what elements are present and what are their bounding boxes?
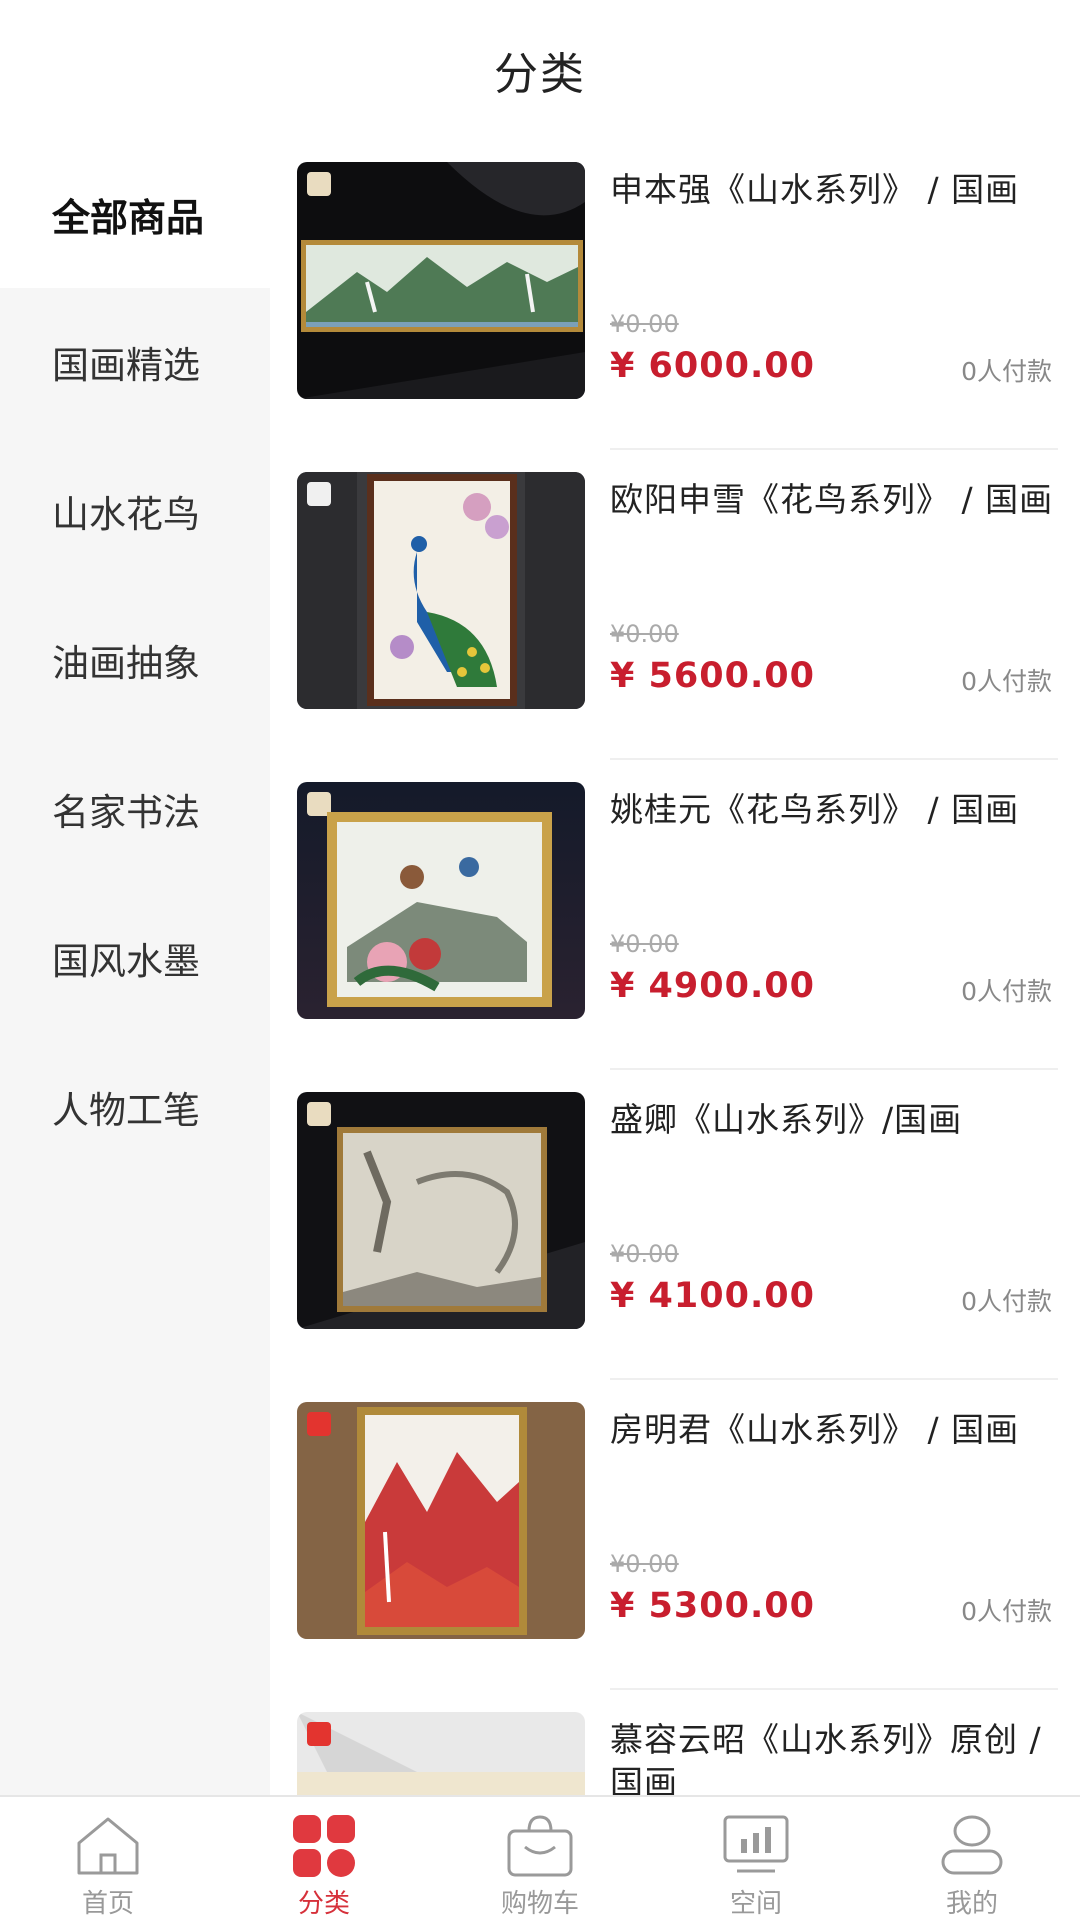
product-image[interactable] (297, 1092, 585, 1329)
sidebar-item-label: 国风水墨 (52, 940, 200, 983)
product-card[interactable]: 慕容云昭《山水系列》原创 / 国画 (270, 1690, 1080, 1795)
sales-count: 0人付款 (961, 977, 1052, 1006)
sidebar-item-all[interactable]: 全部商品 (0, 140, 270, 288)
bottom-tab-bar: 首页 分类 购物车 空间 我的 (0, 1795, 1080, 1922)
tab-cart[interactable]: 购物车 (432, 1797, 648, 1922)
sales-count: 0人付款 (961, 357, 1052, 386)
product-card[interactable]: 欧阳申雪《花鸟系列》 / 国画 ¥0.00 ¥ 5600.00 0人付款 (270, 450, 1080, 760)
sales-count: 0人付款 (961, 1287, 1052, 1316)
tab-label: 首页 (81, 1889, 134, 1919)
category-icon (293, 1815, 355, 1877)
product-list: 申本强《山水系列》 / 国画 ¥0.00 ¥ 6000.00 0人付款 欧阳申雪… (270, 140, 1080, 1795)
product-title[interactable]: 房明君《山水系列》 / 国画 (610, 1408, 1055, 1451)
original-price: ¥0.00 (610, 310, 679, 338)
product-card[interactable]: 盛卿《山水系列》/国画 ¥0.00 ¥ 4100.00 0人付款 (270, 1070, 1080, 1380)
home-icon (77, 1817, 139, 1875)
product-card[interactable]: 姚桂元《花鸟系列》 / 国画 ¥0.00 ¥ 4900.00 0人付款 (270, 760, 1080, 1070)
sidebar-item-label: 山水花鸟 (52, 493, 200, 536)
cart-icon (507, 1815, 573, 1877)
sales-count: 0人付款 (961, 1597, 1052, 1626)
sidebar-item-shanshui[interactable]: 山水花鸟 (0, 437, 270, 585)
product-price: ¥ 6000.00 (610, 346, 815, 386)
tab-space[interactable]: 空间 (648, 1797, 864, 1922)
tab-category[interactable]: 分类 (216, 1797, 432, 1922)
tab-label: 我的 (945, 1889, 998, 1919)
product-image[interactable] (297, 162, 585, 399)
sidebar-item-label: 油画抽象 (52, 642, 200, 685)
tab-label: 购物车 (500, 1889, 579, 1919)
original-price: ¥0.00 (610, 1550, 679, 1578)
product-price: ¥ 4100.00 (610, 1276, 815, 1316)
sidebar-item-label: 人物工笔 (52, 1089, 200, 1132)
tab-label: 空间 (729, 1889, 782, 1919)
tab-label: 分类 (297, 1889, 350, 1919)
sidebar-item-youhua[interactable]: 油画抽象 (0, 586, 270, 734)
product-title[interactable]: 申本强《山水系列》 / 国画 (610, 168, 1055, 211)
original-price: ¥0.00 (610, 930, 679, 958)
sidebar-item-guofeng[interactable]: 国风水墨 (0, 884, 270, 1032)
sales-count: 0人付款 (961, 667, 1052, 696)
category-sidebar: 全部商品 国画精选 山水花鸟 油画抽象 名家书法 国风水墨 人物工笔 (0, 140, 270, 1795)
product-image[interactable] (297, 1402, 585, 1639)
product-image[interactable] (297, 1712, 585, 1795)
product-image[interactable] (297, 472, 585, 709)
product-image[interactable] (297, 782, 585, 1019)
sidebar-item-label: 国画精选 (52, 344, 200, 387)
product-title[interactable]: 姚桂元《花鸟系列》 / 国画 (610, 788, 1055, 831)
product-card[interactable]: 申本强《山水系列》 / 国画 ¥0.00 ¥ 6000.00 0人付款 (270, 140, 1080, 450)
sidebar-item-renwu[interactable]: 人物工笔 (0, 1033, 270, 1181)
sidebar-item-guohua[interactable]: 国画精选 (0, 288, 270, 436)
space-icon (723, 1815, 789, 1873)
product-price: ¥ 4900.00 (610, 966, 815, 1006)
product-price: ¥ 5600.00 (610, 656, 815, 696)
sidebar-item-shufa[interactable]: 名家书法 (0, 735, 270, 883)
product-title[interactable]: 盛卿《山水系列》/国画 (610, 1098, 1055, 1141)
tab-home[interactable]: 首页 (0, 1797, 216, 1922)
original-price: ¥0.00 (610, 1240, 679, 1268)
original-price: ¥0.00 (610, 620, 679, 648)
profile-icon (941, 1815, 1003, 1875)
tab-profile[interactable]: 我的 (864, 1797, 1080, 1922)
page-header: 分类 (0, 0, 1080, 140)
sidebar-item-label: 全部商品 (52, 195, 205, 240)
product-title[interactable]: 慕容云昭《山水系列》原创 / 国画 (610, 1718, 1055, 1795)
product-title[interactable]: 欧阳申雪《花鸟系列》 / 国画 (610, 478, 1055, 521)
page-title: 分类 (494, 49, 586, 100)
product-card[interactable]: 房明君《山水系列》 / 国画 ¥0.00 ¥ 5300.00 0人付款 (270, 1380, 1080, 1690)
product-price: ¥ 5300.00 (610, 1586, 815, 1626)
sidebar-item-label: 名家书法 (52, 791, 200, 834)
